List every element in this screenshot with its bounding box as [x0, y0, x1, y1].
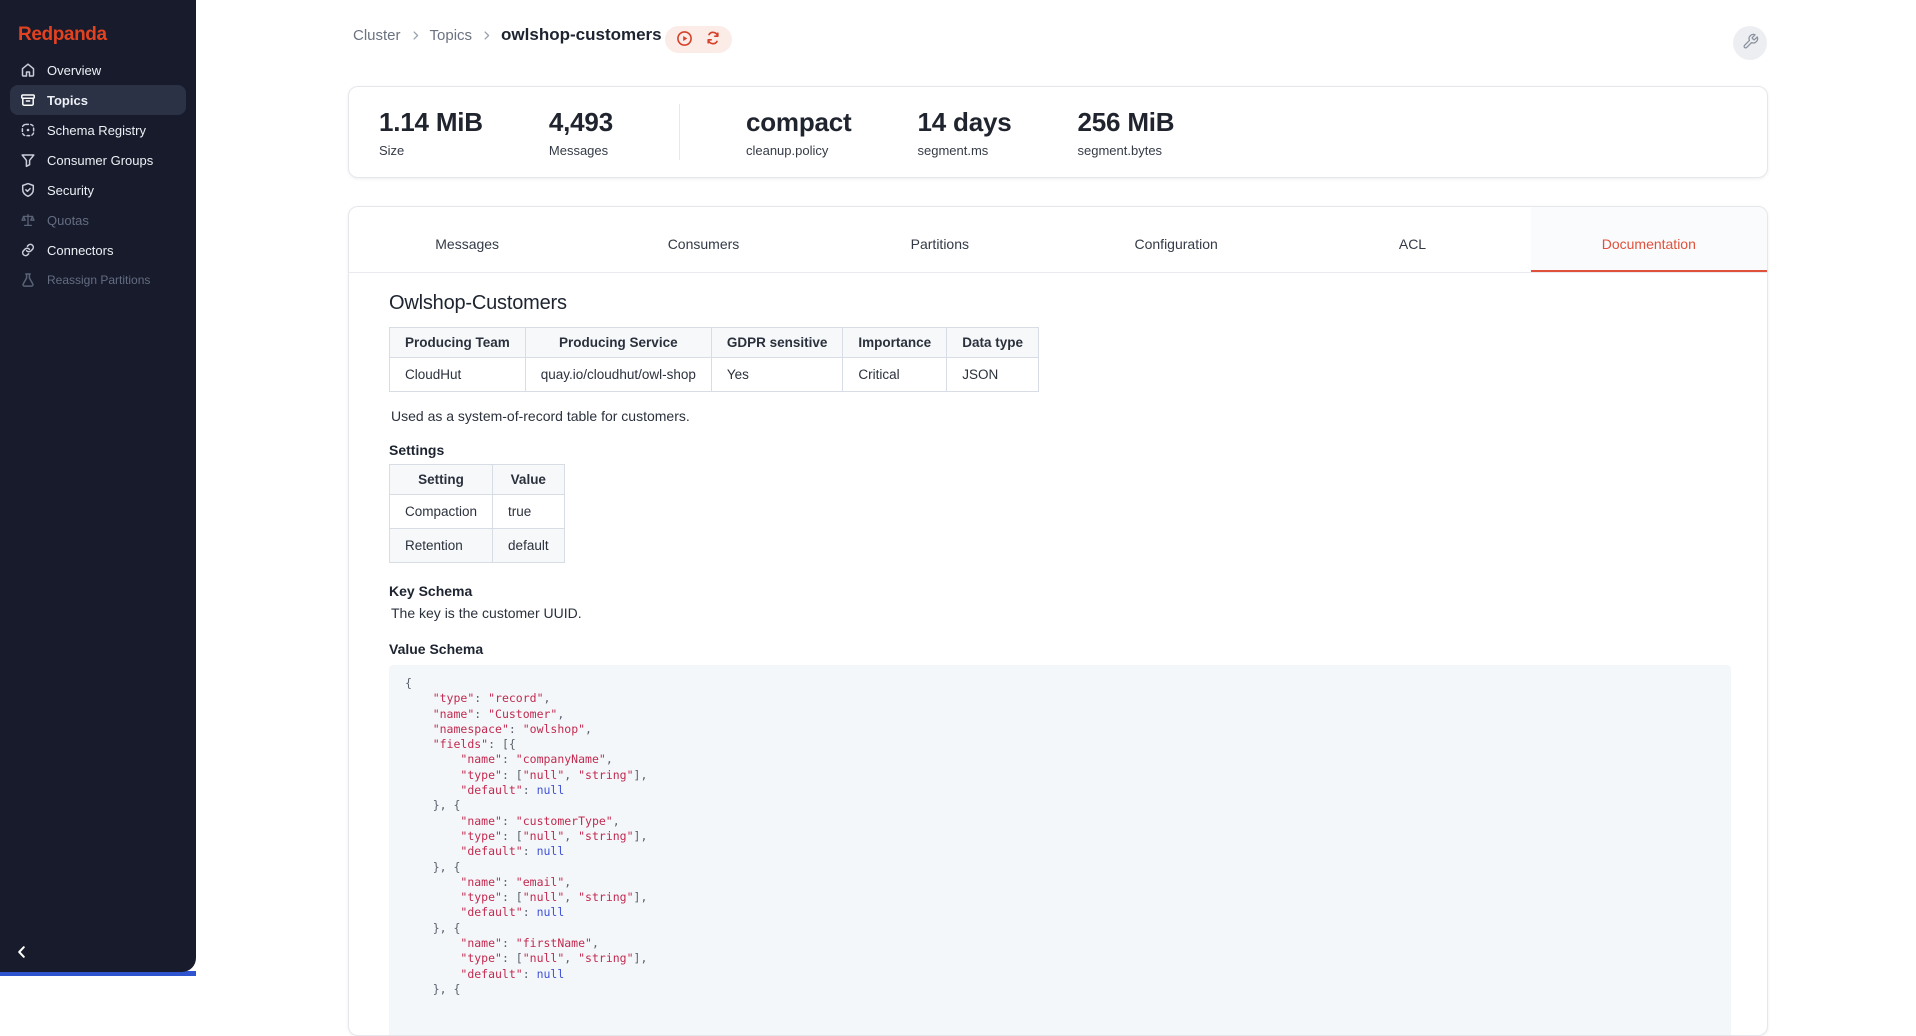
- tab-partitions[interactable]: Partitions: [822, 207, 1058, 272]
- table-cell: Compaction: [390, 495, 493, 529]
- produce-record-button[interactable]: [676, 30, 693, 50]
- tab-consumers[interactable]: Consumers: [585, 207, 821, 272]
- sidebar-item-quotas[interactable]: Quotas: [10, 205, 186, 235]
- schema-registry-icon: [20, 122, 36, 138]
- sidebar-item-overview[interactable]: Overview: [10, 55, 186, 85]
- sidebar-item-security[interactable]: Security: [10, 175, 186, 205]
- column-header: GDPR sensitive: [711, 328, 843, 358]
- table-row: Compactiontrue: [390, 495, 565, 529]
- sidebar-item-label: Quotas: [47, 213, 89, 228]
- doc-description: Used as a system-of-record table for cus…: [389, 408, 1731, 424]
- sidebar-item-consumer-groups[interactable]: Consumer Groups: [10, 145, 186, 175]
- connectors-icon: [20, 242, 36, 258]
- tab-acl[interactable]: ACL: [1294, 207, 1530, 272]
- breadcrumb-link-topics[interactable]: Topics: [430, 27, 473, 44]
- stats-divider: [679, 104, 680, 160]
- topic-stats-card: 1.14 MiB Size 4,493 Messages compact cleanup.…: [348, 86, 1768, 178]
- refresh-button[interactable]: [705, 30, 721, 49]
- wrench-icon: [1742, 33, 1759, 53]
- security-icon: [20, 182, 36, 198]
- user-profile-button[interactable]: [1733, 26, 1767, 60]
- sidebar-item-label: Consumer Groups: [47, 153, 153, 168]
- sidebar-collapse-button[interactable]: [14, 944, 30, 960]
- topic-info-table: Producing TeamProducing ServiceGDPR sens…: [389, 327, 1039, 392]
- sidebar-item-label: Overview: [47, 63, 101, 78]
- table-cell: Retention: [390, 529, 493, 563]
- stat-segment-ms: 14 days segment.ms: [918, 107, 1012, 158]
- doc-title: Owlshop-Customers: [389, 292, 1731, 315]
- sidebar-item-label: Schema Registry: [47, 123, 146, 138]
- tab-messages[interactable]: Messages: [349, 207, 585, 272]
- column-header: Importance: [843, 328, 947, 358]
- column-header: Data type: [947, 328, 1039, 358]
- table-cell: CloudHut: [390, 358, 526, 392]
- reassign-partitions-icon: [20, 272, 36, 288]
- play-circle-icon: [676, 30, 693, 50]
- table-cell: quay.io/cloudhut/owl-shop: [525, 358, 711, 392]
- key-schema-text: The key is the customer UUID.: [389, 605, 1731, 621]
- sidebar-nav: Overview Topics Schema Registry Consumer Gr…: [0, 55, 196, 295]
- table-cell: Yes: [711, 358, 843, 392]
- home-icon: [20, 62, 36, 78]
- table-cell: default: [493, 529, 565, 563]
- value-schema-heading: Value Schema: [389, 641, 1731, 657]
- stat-label: cleanup.policy: [746, 143, 852, 158]
- stat-messages: 4,493 Messages: [549, 107, 613, 158]
- stat-value: compact: [746, 107, 852, 138]
- tab-documentation[interactable]: Documentation: [1531, 207, 1767, 272]
- stat-label: segment.bytes: [1078, 143, 1175, 158]
- column-header: Value: [493, 465, 565, 495]
- topic-detail-card: MessagesConsumersPartitionsConfiguration…: [348, 206, 1768, 1036]
- key-schema-heading: Key Schema: [389, 583, 1731, 599]
- sidebar-item-reassign-partitions[interactable]: Reassign Partitions: [10, 265, 186, 295]
- stat-cleanup-policy: compact cleanup.policy: [746, 107, 852, 158]
- refresh-icon: [705, 30, 721, 49]
- sidebar-item-topics[interactable]: Topics: [10, 85, 186, 115]
- sidebar-item-label: Connectors: [47, 243, 113, 258]
- redpanda-logo[interactable]: Redpanda: [0, 0, 196, 46]
- documentation-content: Owlshop-Customers Producing TeamProducin…: [349, 273, 1767, 1036]
- settings-heading: Settings: [389, 442, 1731, 458]
- breadcrumb-current: owlshop-customers: [501, 25, 662, 45]
- sidebar-item-label: Reassign Partitions: [47, 273, 150, 287]
- column-header: Producing Service: [525, 328, 711, 358]
- stat-value: 1.14 MiB: [379, 107, 483, 138]
- stat-label: segment.ms: [918, 143, 1012, 158]
- consumer-groups-icon: [20, 152, 36, 168]
- breadcrumb: Cluster Topics owlshop-customers: [353, 25, 662, 45]
- chevron-right-icon: [481, 30, 492, 41]
- stat-label: Messages: [549, 143, 613, 158]
- sidebar: Redpanda Overview Topics Schema Registry Co…: [0, 0, 196, 972]
- sidebar-item-schema-registry[interactable]: Schema Registry: [10, 115, 186, 145]
- sidebar-item-label: Security: [47, 183, 94, 198]
- settings-table: SettingValueCompactiontrueRetentiondefau…: [389, 464, 565, 563]
- stat-size: 1.14 MiB Size: [379, 107, 483, 158]
- main-area: Cluster Topics owlshop-customers 1.14 MiB S…: [196, 0, 1916, 976]
- stat-value: 14 days: [918, 107, 1012, 138]
- table-cell: Critical: [843, 358, 947, 392]
- sidebar-item-connectors[interactable]: Connectors: [10, 235, 186, 265]
- stat-value: 4,493: [549, 107, 613, 138]
- topic-action-pill: [665, 26, 732, 53]
- table-row: CloudHutquay.io/cloudhut/owl-shopYesCrit…: [390, 358, 1039, 392]
- stat-label: Size: [379, 143, 483, 158]
- column-header: Producing Team: [390, 328, 526, 358]
- table-cell: JSON: [947, 358, 1039, 392]
- table-row: Retentiondefault: [390, 529, 565, 563]
- value-schema-code: { "type": "record", "name": "Customer", …: [389, 665, 1731, 1036]
- stat-segment-bytes: 256 MiB segment.bytes: [1078, 107, 1175, 158]
- sidebar-item-label: Topics: [47, 93, 88, 108]
- chevron-right-icon: [410, 30, 421, 41]
- breadcrumb-link-cluster[interactable]: Cluster: [353, 27, 401, 44]
- tab-configuration[interactable]: Configuration: [1058, 207, 1294, 272]
- table-cell: true: [493, 495, 565, 529]
- column-header: Setting: [390, 465, 493, 495]
- quotas-icon: [20, 212, 36, 228]
- stat-value: 256 MiB: [1078, 107, 1175, 138]
- tab-bar: MessagesConsumersPartitionsConfiguration…: [349, 207, 1767, 273]
- topics-icon: [20, 92, 36, 108]
